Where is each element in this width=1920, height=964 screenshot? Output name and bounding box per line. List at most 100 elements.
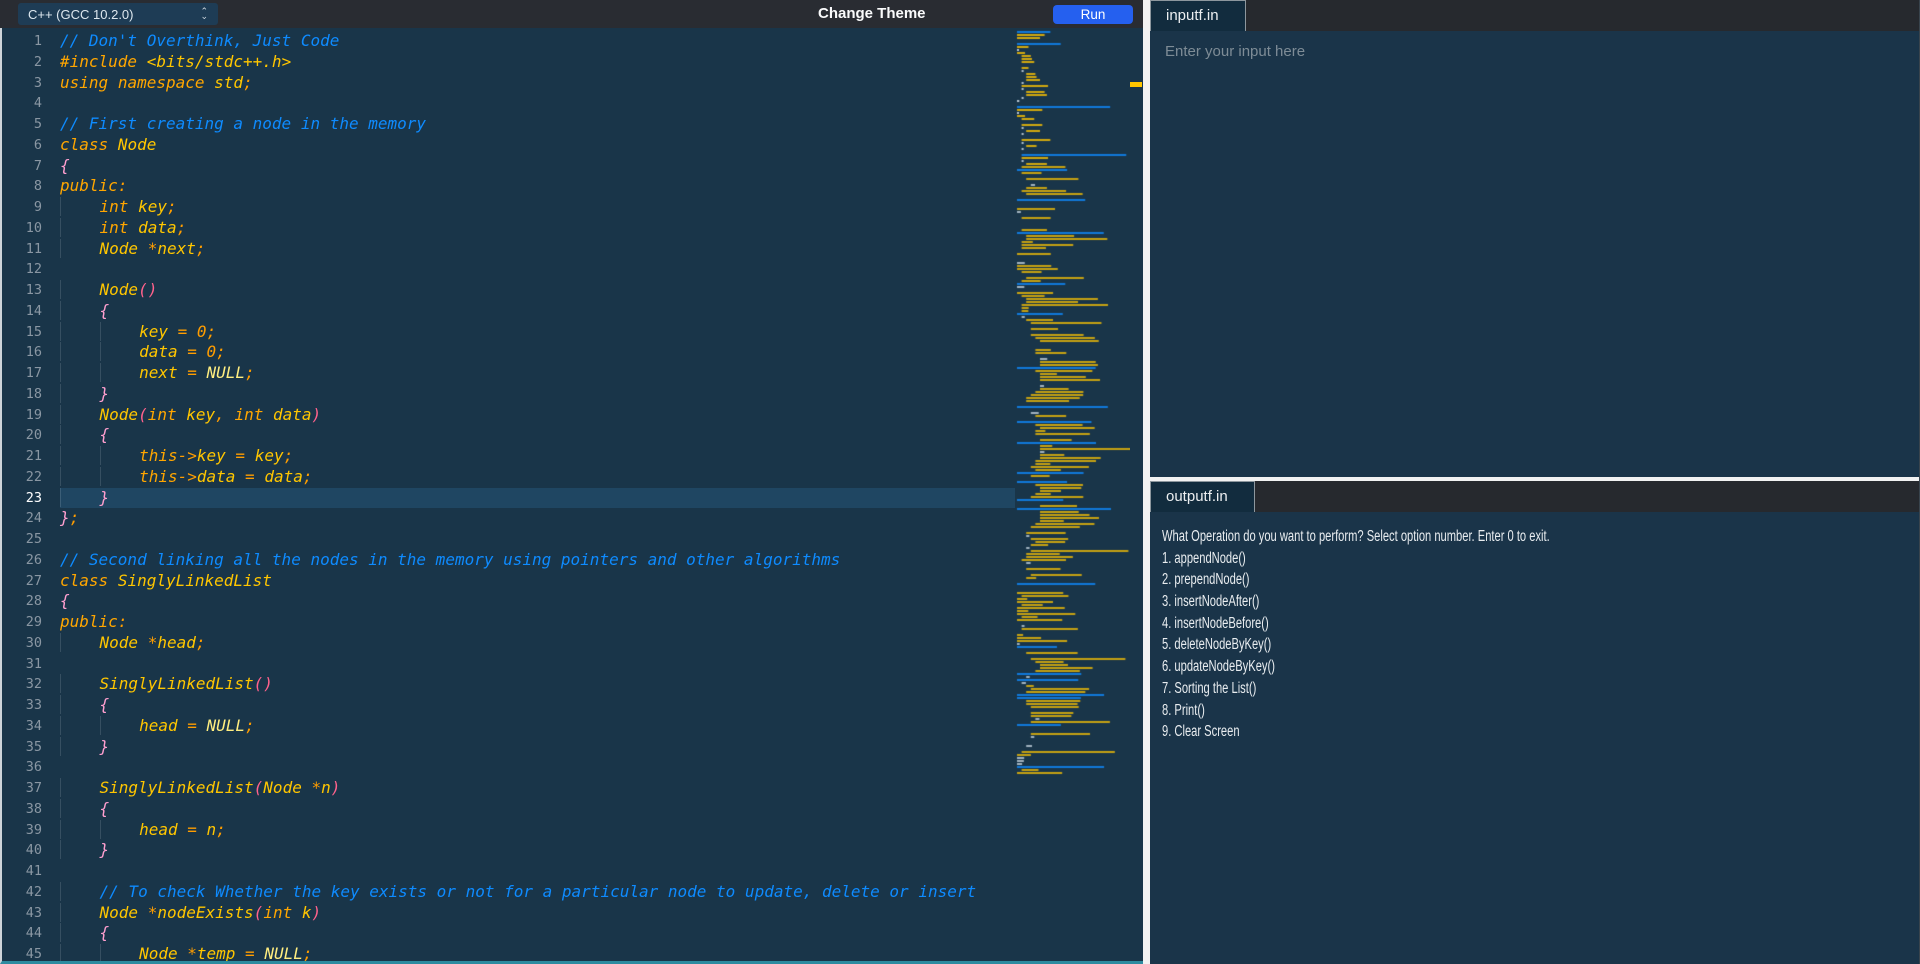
input-textarea[interactable]: [1150, 31, 1919, 477]
line-number: 11: [2, 239, 52, 260]
code-line: };: [60, 508, 1015, 529]
line-number: 7: [2, 156, 52, 177]
output-line: 4. insertNodeBefore(): [1162, 613, 1707, 635]
code-line: {: [60, 923, 1015, 944]
line-number: 17: [2, 363, 52, 384]
code-line: public:: [60, 612, 1015, 633]
code-line: class SinglyLinkedList: [60, 571, 1015, 592]
line-number: 8: [2, 176, 52, 197]
tab-outputf-in[interactable]: outputf.in: [1150, 481, 1255, 512]
line-number: 14: [2, 301, 52, 322]
code-line: {: [60, 425, 1015, 446]
line-number: 18: [2, 384, 52, 405]
output-section: outputf.in What Operation do you want to…: [1150, 481, 1919, 964]
code-line: public:: [60, 176, 1015, 197]
code-line: [60, 529, 1015, 550]
code-line: [60, 757, 1015, 778]
output-line: What Operation do you want to perform? S…: [1162, 526, 1707, 548]
code-line: Node *head;: [60, 633, 1015, 654]
code-line: {: [60, 695, 1015, 716]
code-line: key = 0;: [60, 322, 1015, 343]
output-line: 9. Clear Screen: [1162, 721, 1707, 743]
editor-scrollbar[interactable]: [1130, 28, 1143, 961]
code-line: SinglyLinkedList(): [60, 674, 1015, 695]
code-line: class Node: [60, 135, 1015, 156]
code-line: [60, 861, 1015, 882]
minimap-canvas: [1015, 28, 1130, 961]
line-number: 37: [2, 778, 52, 799]
code-editor[interactable]: 1234567891011121314151617181920212223242…: [0, 28, 1143, 964]
chevron-updown-icon: ⌃⌄: [200, 9, 208, 19]
line-number: 5: [2, 114, 52, 135]
code-line: this->key = key;: [60, 446, 1015, 467]
scrollbar-cursor-marker: [1130, 82, 1142, 87]
language-selector-value: C++ (GCC 10.2.0): [28, 7, 134, 22]
line-number: 20: [2, 425, 52, 446]
code-line: Node *nodeExists(int k): [60, 903, 1015, 924]
line-number: 21: [2, 446, 52, 467]
code-line: [60, 259, 1015, 280]
code-line: int key;: [60, 197, 1015, 218]
line-number: 12: [2, 259, 52, 280]
line-number: 43: [2, 903, 52, 924]
line-number: 33: [2, 695, 52, 716]
line-number: 39: [2, 820, 52, 841]
code-line: }: [60, 840, 1015, 861]
code-area[interactable]: // Don't Overthink, Just Code#include <b…: [52, 28, 1015, 961]
line-number: 22: [2, 467, 52, 488]
code-line: Node(): [60, 280, 1015, 301]
code-line: // First creating a node in the memory: [60, 114, 1015, 135]
editor-toolbar: C++ (GCC 10.2.0) ⌃⌄ Change Theme Run: [0, 0, 1143, 28]
line-number: 4: [2, 93, 52, 114]
output-line: 1. appendNode(): [1162, 548, 1707, 570]
code-line: int data;: [60, 218, 1015, 239]
code-line: }: [60, 488, 1015, 509]
output-line: 7. Sorting the List(): [1162, 678, 1707, 700]
line-number: 19: [2, 405, 52, 426]
line-number: 45: [2, 944, 52, 964]
code-line: head = NULL;: [60, 716, 1015, 737]
line-number: 13: [2, 280, 52, 301]
io-pane: inputf.in outputf.in What Operation do y…: [1150, 0, 1920, 964]
code-line: [60, 93, 1015, 114]
line-number: 34: [2, 716, 52, 737]
line-number: 2: [2, 52, 52, 73]
ide-app: C++ (GCC 10.2.0) ⌃⌄ Change Theme Run 12 3…: [0, 0, 1920, 964]
output-line: 3. insertNodeAfter(): [1162, 591, 1707, 613]
output-line: 6. updateNodeByKey(): [1162, 656, 1707, 678]
code-line: next = NULL;: [60, 363, 1015, 384]
tab-inputf-in[interactable]: inputf.in: [1150, 0, 1246, 31]
code-line: // Second linking all the nodes in the m…: [60, 550, 1015, 571]
code-line: Node(int key, int data): [60, 405, 1015, 426]
code-line: // To check Whether the key exists or no…: [60, 882, 1015, 903]
code-line: // Don't Overthink, Just Code: [60, 31, 1015, 52]
input-section: inputf.in: [1150, 0, 1919, 477]
line-number: 44: [2, 923, 52, 944]
code-line: {: [60, 156, 1015, 177]
line-number: 28: [2, 591, 52, 612]
minimap[interactable]: [1015, 28, 1130, 961]
output-line: 8. Print(): [1162, 700, 1707, 722]
change-theme-button[interactable]: Change Theme: [818, 0, 926, 28]
line-number: 26: [2, 550, 52, 571]
input-content: [1150, 31, 1919, 477]
run-button[interactable]: Run: [1053, 5, 1133, 24]
input-tabbar: inputf.in: [1150, 0, 1919, 31]
pane-divider-vertical[interactable]: [1143, 0, 1150, 964]
line-number: 35: [2, 737, 52, 758]
output-tabbar: outputf.in: [1150, 481, 1919, 512]
line-number: 9: [2, 197, 52, 218]
code-line: Node *next;: [60, 239, 1015, 260]
line-number: 41: [2, 861, 52, 882]
line-number: 29: [2, 612, 52, 633]
line-number: 23: [2, 488, 52, 509]
language-selector[interactable]: C++ (GCC 10.2.0) ⌃⌄: [18, 3, 218, 25]
line-number: 32: [2, 674, 52, 695]
line-number: 27: [2, 571, 52, 592]
line-number: 30: [2, 633, 52, 654]
line-number: 16: [2, 342, 52, 363]
code-line: SinglyLinkedList(Node *n): [60, 778, 1015, 799]
code-line: {: [60, 799, 1015, 820]
line-number: 3: [2, 73, 52, 94]
line-number: 24: [2, 508, 52, 529]
